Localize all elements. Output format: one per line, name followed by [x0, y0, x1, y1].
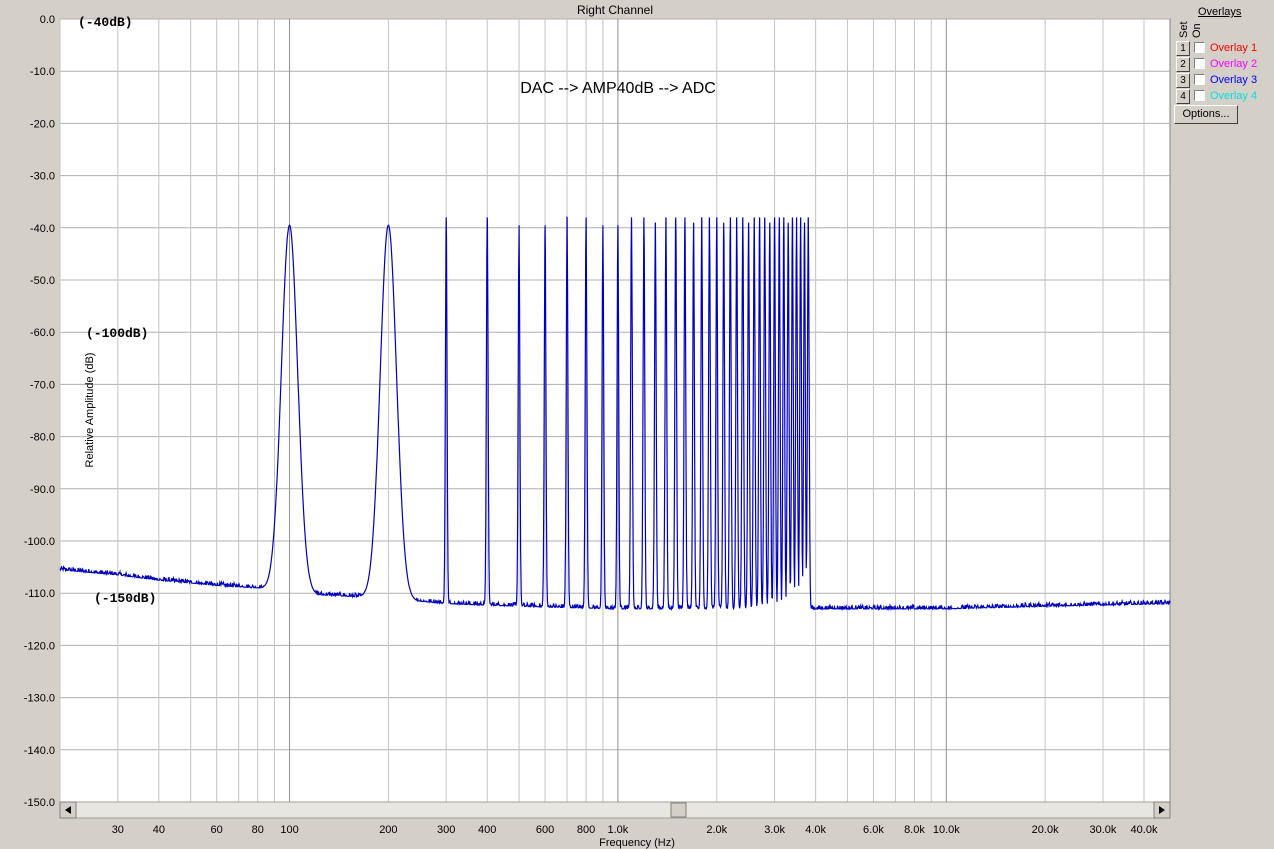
- on-column-header: On: [1191, 23, 1203, 38]
- x-tick-label: 8.0k: [904, 824, 925, 836]
- set-overlay-2-button[interactable]: 2: [1176, 57, 1190, 72]
- overlays-title: Overlays: [1198, 6, 1242, 18]
- horizontal-scrollbar[interactable]: [59, 801, 1171, 819]
- y-tick-label: -10.0: [30, 66, 55, 78]
- x-tick-label: 80: [252, 824, 264, 836]
- x-tick-label: 2.0k: [706, 824, 727, 836]
- y-tick-label: -120.0: [24, 640, 55, 652]
- overlay-1-label: Overlay 1: [1210, 42, 1258, 54]
- chart-title: Right Channel: [577, 3, 653, 17]
- y-tick-label: -110.0: [25, 588, 55, 600]
- x-tick-label: 800: [577, 824, 595, 836]
- x-tick-label: 40.0k: [1131, 824, 1158, 836]
- overlay-row-2: 2 Overlay 2: [1176, 57, 1272, 72]
- x-tick-label: 400: [478, 824, 496, 836]
- chart-annotation: DAC --> AMP40dB --> ADC: [520, 80, 716, 97]
- overlay-2-checkbox[interactable]: [1194, 58, 1205, 69]
- y-tick-label: -100.0: [24, 536, 55, 548]
- y-tick-label: -30.0: [30, 171, 55, 183]
- x-tick-label: 4.0k: [805, 824, 826, 836]
- overlay-1-checkbox[interactable]: [1194, 42, 1205, 53]
- x-tick-label: 30.0k: [1090, 824, 1117, 836]
- y-axis-label: Relative Amplitude (dB): [84, 353, 96, 468]
- overlay-row-3: 3 Overlay 3: [1176, 73, 1272, 88]
- x-tick-label: 200: [379, 824, 397, 836]
- x-tick-label: 60: [211, 824, 223, 836]
- y-tick-label: -90.0: [30, 484, 55, 496]
- right-axis-label-150: (-150dB): [94, 591, 156, 606]
- y-tick-label: -60.0: [30, 327, 55, 339]
- y-tick-label: 0.0: [40, 14, 55, 26]
- set-column-header: Set: [1178, 21, 1190, 38]
- x-tick-label: 10.0k: [933, 824, 960, 836]
- x-tick-label: 300: [437, 824, 455, 836]
- y-tick-label: -80.0: [30, 432, 55, 444]
- x-axis-label: Frequency (Hz): [599, 837, 675, 849]
- scroll-thumb[interactable]: [670, 802, 687, 818]
- y-tick-label: -140.0: [24, 745, 55, 757]
- overlay-row-4: 4 Overlay 4: [1176, 89, 1272, 104]
- set-overlay-4-button[interactable]: 4: [1176, 89, 1190, 104]
- options-button[interactable]: Options...: [1174, 105, 1238, 124]
- overlay-4-label: Overlay 4: [1210, 90, 1258, 102]
- x-tick-label: 3.0k: [764, 824, 785, 836]
- y-tick-label: -20.0: [30, 118, 55, 130]
- x-tick-label: 30: [112, 824, 124, 836]
- set-overlay-1-button[interactable]: 1: [1176, 41, 1190, 56]
- spectrum-chart: Right Channel 0.0 -10.0 -20.0 -30.0 -40.0 -50…: [0, 0, 1172, 849]
- y-tick-label: -50.0: [30, 275, 55, 287]
- right-axis-label-100: (-100dB): [86, 326, 148, 341]
- overlay-row-1: 1 Overlay 1: [1176, 41, 1272, 56]
- overlay-3-checkbox[interactable]: [1194, 74, 1205, 85]
- y-tick-label: -150.0: [24, 797, 55, 809]
- x-tick-label: 600: [536, 824, 554, 836]
- x-tick-label: 6.0k: [863, 824, 884, 836]
- plot-area: [59, 18, 1171, 803]
- x-tick-label: 40: [153, 824, 165, 836]
- x-tick-label: 100: [280, 824, 298, 836]
- y-tick-label: -130.0: [24, 693, 55, 705]
- set-overlay-3-button[interactable]: 3: [1176, 73, 1190, 88]
- right-axis-label-40: (-40dB): [78, 15, 133, 30]
- y-tick-label: -70.0: [30, 379, 55, 391]
- overlay-3-label: Overlay 3: [1210, 74, 1258, 86]
- overlay-2-label: Overlay 2: [1210, 58, 1258, 70]
- x-tick-label: 1.0k: [608, 824, 629, 836]
- overlays-panel: Set On Overlays 1 Overlay 1 2 Overlay 2 …: [1172, 4, 1272, 124]
- y-tick-label: -40.0: [30, 223, 55, 235]
- overlay-4-checkbox[interactable]: [1194, 90, 1205, 101]
- x-tick-label: 20.0k: [1032, 824, 1059, 836]
